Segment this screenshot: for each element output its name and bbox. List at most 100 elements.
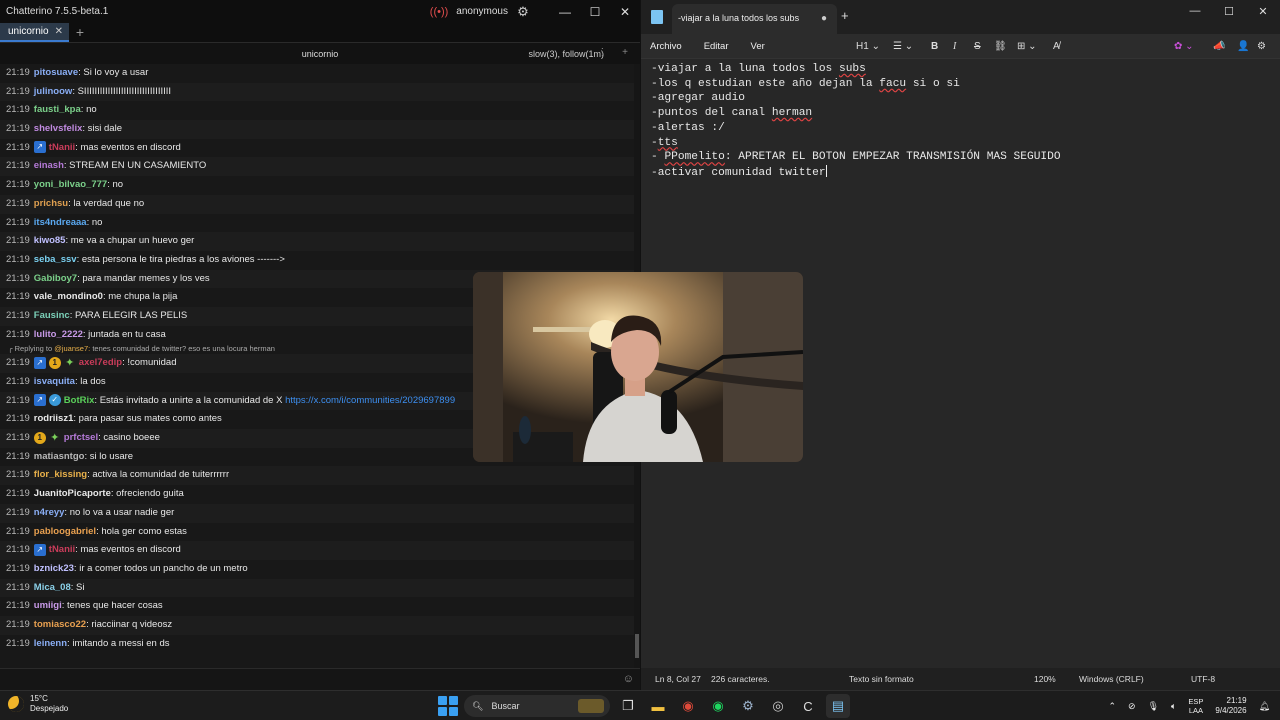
language-indicator[interactable]: ESP LAA	[1188, 697, 1203, 715]
network-icon[interactable]: ⊘	[1128, 701, 1136, 712]
line-ending[interactable]: Windows (CRLF)	[1079, 674, 1144, 684]
chat-message[interactable]: 21:19 prichsu: la verdad que no	[0, 194, 640, 214]
chat-message[interactable]: 21:19 leinenn: imitando a messi en ds	[0, 635, 640, 654]
message-username[interactable]: JuanitoPicaporte	[34, 488, 111, 499]
bold-icon[interactable]: B	[931, 34, 938, 58]
notepad-app-icon[interactable]: ▤	[826, 694, 850, 718]
menu-archivo[interactable]: Archivo	[650, 41, 682, 52]
link-icon[interactable]: ⛓	[994, 34, 1007, 58]
bot-badge-icon[interactable]: ↗	[33, 356, 46, 369]
message-username[interactable]: vale_mondino0	[34, 291, 103, 302]
chat-message[interactable]: 21:19 n4reyy: no lo va a usar nadie ger	[0, 503, 640, 523]
tab-close-icon[interactable]: ✕	[55, 26, 63, 37]
message-username[interactable]: julinoow	[34, 86, 73, 97]
chat-message[interactable]: 21:19 yoni_bilvao_777: no	[0, 176, 640, 195]
message-username[interactable]: tomiasco22	[34, 619, 86, 630]
chat-message[interactable]: 21:19 bznick23: ir a comer todos un panch…	[0, 560, 640, 579]
message-link[interactable]: https://x.com/i/communities/2029697899	[285, 395, 455, 406]
weather-widget[interactable]: 15°C Despejado	[8, 694, 68, 714]
subscriber-badge-icon[interactable]: 1	[33, 431, 46, 444]
chatterino-app-icon[interactable]: C	[796, 694, 820, 718]
chat-message[interactable]: 21:19 shelvsfelix: sisi dale	[0, 120, 640, 139]
chat-message[interactable]: 21:19 seba_ssv: esta persona le tira pied…	[0, 251, 640, 270]
obs-icon[interactable]: ◎	[766, 694, 790, 718]
message-username[interactable]: n4reyy	[34, 507, 65, 518]
minimize-button[interactable]: —	[550, 0, 580, 23]
taskbar-clock[interactable]: 21:19 9/4/2026	[1215, 696, 1246, 716]
split-options-icons[interactable]: ⋮ +	[597, 47, 634, 58]
star-badge-icon[interactable]: ✦	[49, 432, 61, 444]
message-username[interactable]: tNanii	[49, 544, 75, 555]
message-username[interactable]: shelvsfelix	[34, 123, 83, 134]
spotify-icon[interactable]: ◉	[706, 694, 730, 718]
volume-icon[interactable]: 🔈︎	[1171, 701, 1176, 712]
message-username[interactable]: Fausinc	[34, 310, 70, 321]
emote-picker-icon[interactable]: ☺	[623, 673, 634, 685]
message-username[interactable]: its4ndreaaa	[34, 217, 87, 228]
message-username[interactable]: rodriisz1	[34, 413, 74, 424]
message-username[interactable]: Mica_08	[34, 582, 71, 593]
message-username[interactable]: flor_kissing	[34, 469, 87, 480]
start-button[interactable]	[438, 696, 458, 716]
chat-message[interactable]: 21:19 umiigi: tenes que hacer cosas	[0, 597, 640, 616]
chat-message[interactable]: 21:19 pabloogabriel: hola ger como estas	[0, 523, 640, 542]
notepad-close-button[interactable]: ✕	[1246, 0, 1280, 22]
copilot-icon[interactable]: ✿ ⌄	[1174, 34, 1194, 58]
chat-input[interactable]: ☺	[0, 668, 640, 690]
streamer-mode-icon[interactable]: ((•))	[430, 6, 449, 18]
message-username[interactable]: Gabiboy7	[34, 273, 77, 284]
bot-badge-icon[interactable]: ↗	[33, 543, 46, 556]
chat-message[interactable]: 21:19 Mica_08: Si	[0, 578, 640, 598]
chat-message[interactable]: 21:19 einash: STREAM EN UN CASAMIENTO	[0, 157, 640, 177]
steam-icon[interactable]: ⚙	[736, 694, 760, 718]
chat-message[interactable]: 21:19 its4ndreaaa: no	[0, 214, 640, 233]
message-username[interactable]: axel7edip	[79, 357, 122, 368]
clear-format-icon[interactable]: A̸	[1053, 34, 1060, 58]
chat-message[interactable]: 21:19 fausti_kpa: no	[0, 101, 640, 120]
settings-gear-icon[interactable]: ⚙	[516, 4, 530, 19]
chrome-icon[interactable]: ◉	[676, 694, 700, 718]
bot-badge-icon[interactable]: ↗	[33, 141, 46, 154]
message-username[interactable]: leinenn	[34, 638, 67, 649]
bot-badge-icon[interactable]: ↗	[33, 394, 46, 407]
message-username[interactable]: matiasntgo	[34, 451, 85, 462]
announcement-icon[interactable]: 📣	[1213, 34, 1225, 58]
chat-message[interactable]: 21:19 JuanitoPicaporte: ofreciendo guita	[0, 485, 640, 504]
menu-ver[interactable]: Ver	[751, 41, 765, 52]
chat-scrollbar-thumb[interactable]	[635, 634, 639, 658]
heading-dropdown[interactable]: H1 ⌄	[856, 34, 880, 58]
table-icon[interactable]: ⊞ ⌄	[1017, 34, 1037, 58]
unsaved-dot-icon[interactable]: ●	[821, 13, 827, 24]
message-username[interactable]: bznick23	[34, 563, 74, 574]
chat-message[interactable]: 21:19 ↗ tNanii: mas eventos en discord	[0, 139, 640, 158]
message-username[interactable]: prfctsel	[64, 432, 98, 443]
encoding[interactable]: UTF-8	[1191, 674, 1215, 684]
tab-unicornio[interactable]: unicornio ✕	[0, 23, 69, 42]
zoom-level[interactable]: 120%	[1034, 674, 1056, 684]
message-username[interactable]: yoni_bilvao_777	[34, 179, 107, 190]
verified-badge-icon[interactable]: ✓	[48, 394, 61, 407]
star-badge-icon[interactable]: ✦	[64, 357, 76, 369]
chat-message[interactable]: 21:19 flor_kissing: activa la comunidad d…	[0, 466, 640, 486]
notepad-minimize-button[interactable]: —	[1178, 0, 1212, 22]
add-tab-button[interactable]: +	[69, 23, 91, 42]
chat-message[interactable]: 21:19 pitosuave: Si lo voy a usar	[0, 64, 640, 83]
strikethrough-icon[interactable]: S	[974, 34, 981, 58]
message-username[interactable]: BotRix	[64, 395, 95, 406]
notifications-icon[interactable]: 🔔︎	[1259, 701, 1270, 712]
task-view-icon[interactable]: ❐	[616, 694, 640, 718]
message-username[interactable]: lulito_2222	[34, 329, 83, 340]
tray-overflow-icon[interactable]: ⌃	[1108, 701, 1116, 712]
chat-message[interactable]: 21:19 julinoow: SIIIIIIIIIIIIIIIIIIIIIIII…	[0, 82, 640, 102]
taskbar-search[interactable]: 🔍︎ Buscar	[464, 695, 610, 717]
new-tab-button[interactable]: +	[841, 8, 849, 23]
message-username[interactable]: einash	[34, 160, 64, 171]
message-username[interactable]: kiwo85	[34, 235, 66, 246]
list-icon[interactable]: ☰ ⌄	[893, 34, 913, 58]
message-username[interactable]: umiigi	[34, 600, 62, 611]
subscriber-badge-icon[interactable]: 1	[48, 356, 61, 369]
chat-message[interactable]: 21:19 ↗ tNanii: mas eventos en discord	[0, 541, 640, 560]
message-username[interactable]: fausti_kpa	[34, 104, 81, 115]
message-username[interactable]: tNanii	[49, 142, 75, 153]
account-switcher[interactable]: anonymous	[456, 6, 508, 17]
